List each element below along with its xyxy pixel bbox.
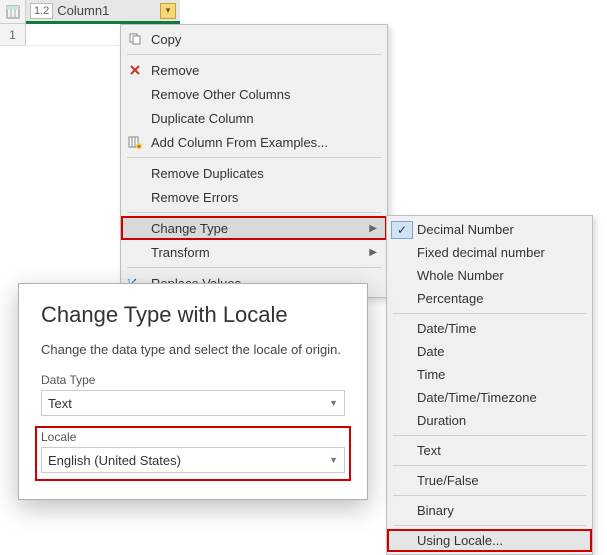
blank-icon — [125, 84, 145, 104]
locale-label: Locale — [41, 430, 345, 444]
menu-label: Remove Duplicates — [151, 166, 377, 181]
submenu-label: Time — [417, 367, 584, 382]
blank-icon — [391, 472, 413, 490]
add-column-icon: ★ — [125, 132, 145, 152]
menu-copy[interactable]: Copy — [121, 27, 387, 51]
menu-remove-other-columns[interactable]: Remove Other Columns — [121, 82, 387, 106]
blank-icon — [391, 412, 413, 430]
submenu-binary[interactable]: Binary — [387, 499, 592, 522]
blank-icon — [391, 442, 413, 460]
submenu-label: Using Locale... — [417, 533, 584, 548]
submenu-using-locale[interactable]: Using Locale... — [387, 529, 592, 552]
menu-label: Add Column From Examples... — [151, 135, 377, 150]
submenu-text[interactable]: Text — [387, 439, 592, 462]
svg-text:★: ★ — [137, 144, 142, 149]
blank-icon — [125, 187, 145, 207]
blank-icon — [125, 242, 145, 262]
submenu-arrow-icon: ▶ — [369, 223, 377, 234]
datatype-combo[interactable]: Text ▼ — [41, 390, 345, 416]
menu-label: Transform — [151, 245, 363, 260]
submenu-duration[interactable]: Duration — [387, 409, 592, 432]
blank-icon — [391, 267, 413, 285]
chevron-down-icon: ▼ — [329, 455, 338, 465]
submenu-percentage[interactable]: Percentage — [387, 287, 592, 310]
blank-icon — [125, 163, 145, 183]
menu-add-column-from-examples[interactable]: ★ Add Column From Examples... — [121, 130, 387, 154]
dialog-title: Change Type with Locale — [41, 302, 345, 328]
submenu-true-false[interactable]: True/False — [387, 469, 592, 492]
blank-icon — [391, 290, 413, 308]
menu-label: Remove Errors — [151, 190, 377, 205]
menu-label: Duplicate Column — [151, 111, 377, 126]
submenu-label: Date — [417, 344, 584, 359]
submenu-label: Decimal Number — [417, 222, 584, 237]
locale-value: English (United States) — [48, 453, 181, 468]
submenu-datetime-timezone[interactable]: Date/Time/Timezone — [387, 386, 592, 409]
submenu-whole-number[interactable]: Whole Number — [387, 264, 592, 287]
remove-icon — [125, 60, 145, 80]
menu-change-type[interactable]: Change Type ▶ — [121, 216, 387, 240]
menu-remove-errors[interactable]: Remove Errors — [121, 185, 387, 209]
submenu-label: Whole Number — [417, 268, 584, 283]
submenu-arrow-icon: ▶ — [369, 247, 377, 258]
submenu-label: Percentage — [417, 291, 584, 306]
menu-remove[interactable]: Remove — [121, 58, 387, 82]
type-chip-icon: 1.2 — [30, 3, 53, 19]
submenu-label: Date/Time — [417, 321, 584, 336]
datatype-label: Data Type — [41, 373, 345, 387]
menu-label: Remove Other Columns — [151, 87, 377, 102]
submenu-label: Fixed decimal number — [417, 245, 584, 260]
blank-icon — [391, 244, 413, 262]
change-type-locale-dialog: Change Type with Locale Change the data … — [18, 283, 368, 500]
dialog-description: Change the data type and select the loca… — [41, 342, 345, 357]
submenu-label: Date/Time/Timezone — [417, 390, 584, 405]
datatype-value: Text — [48, 396, 72, 411]
submenu-datetime[interactable]: Date/Time — [387, 317, 592, 340]
change-type-submenu: ✓ Decimal Number Fixed decimal number Wh… — [386, 215, 593, 555]
blank-icon — [391, 532, 413, 550]
submenu-label: Binary — [417, 503, 584, 518]
check-icon: ✓ — [391, 221, 413, 239]
menu-label: Remove — [151, 63, 377, 78]
column-filter-button[interactable]: ▾ — [160, 3, 176, 19]
menu-remove-duplicates[interactable]: Remove Duplicates — [121, 161, 387, 185]
chevron-down-icon: ▼ — [329, 398, 338, 408]
locale-combo[interactable]: English (United States) ▼ — [41, 447, 345, 473]
menu-transform[interactable]: Transform ▶ — [121, 240, 387, 264]
blank-icon — [125, 218, 145, 238]
locale-group-highlight: Locale English (United States) ▼ — [35, 426, 351, 481]
submenu-decimal-number[interactable]: ✓ Decimal Number — [387, 218, 592, 241]
row-number[interactable]: 1 — [0, 24, 26, 46]
blank-icon — [125, 108, 145, 128]
blank-icon — [391, 343, 413, 361]
blank-icon — [391, 366, 413, 384]
blank-icon — [391, 502, 413, 520]
submenu-label: True/False — [417, 473, 584, 488]
submenu-label: Duration — [417, 413, 584, 428]
copy-icon — [125, 29, 145, 49]
submenu-time[interactable]: Time — [387, 363, 592, 386]
column-header[interactable]: 1.2 Column1 ▾ — [26, 0, 180, 24]
submenu-label: Text — [417, 443, 584, 458]
submenu-date[interactable]: Date — [387, 340, 592, 363]
grid-corner[interactable] — [0, 0, 26, 24]
menu-label: Copy — [151, 32, 377, 47]
menu-duplicate-column[interactable]: Duplicate Column — [121, 106, 387, 130]
column-name: Column1 — [57, 3, 156, 18]
blank-icon — [391, 320, 413, 338]
menu-label: Change Type — [151, 221, 363, 236]
submenu-fixed-decimal[interactable]: Fixed decimal number — [387, 241, 592, 264]
column-context-menu: Copy Remove Remove Other Columns Duplica… — [120, 24, 388, 298]
blank-icon — [391, 389, 413, 407]
